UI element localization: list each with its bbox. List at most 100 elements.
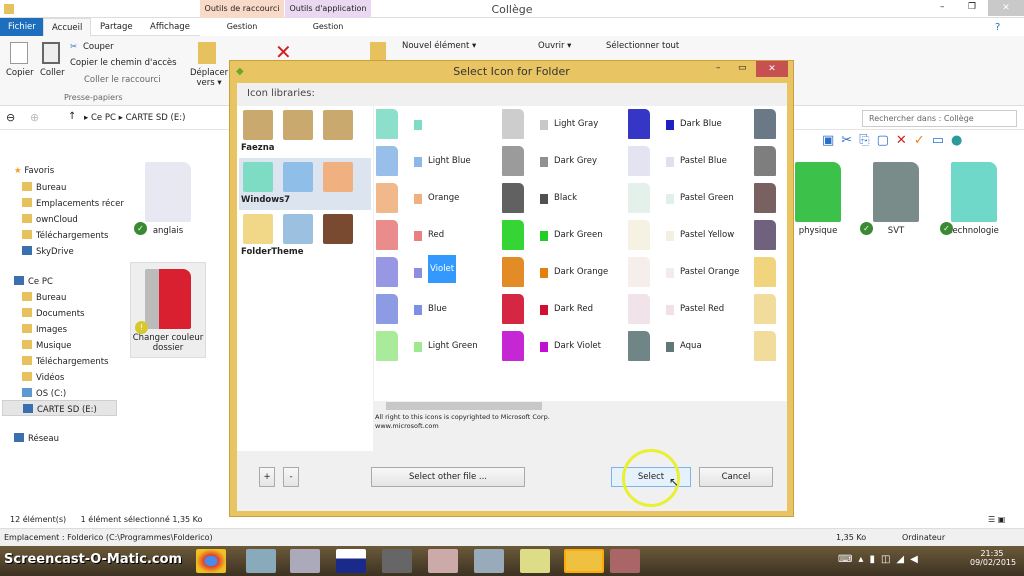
library-faezna[interactable]: Faezna — [239, 106, 371, 158]
minimize-button[interactable]: – — [940, 2, 945, 12]
icon-item[interactable]: Aqua — [626, 328, 751, 365]
select-all-button[interactable]: Sélectionner tout — [606, 41, 679, 51]
icon-item[interactable] — [752, 328, 787, 365]
maximize-button[interactable]: ❐ — [968, 2, 976, 12]
nav-ce-pc[interactable]: Ce PC — [14, 276, 53, 287]
icon-item[interactable]: Red — [374, 217, 499, 254]
app-icon[interactable] — [474, 549, 504, 573]
icon-grid[interactable]: Light Blue Orange Red Violet Blue Light Green… — [374, 106, 787, 401]
icon-item[interactable]: Light Blue — [374, 143, 499, 180]
dialog-minimize-button[interactable]: – — [716, 63, 721, 73]
icon-item[interactable]: Violet — [374, 254, 499, 291]
help-icon[interactable]: ? — [995, 22, 1000, 33]
icon-item[interactable]: Dark Grey — [500, 143, 625, 180]
couper-button[interactable]: Couper — [83, 42, 114, 52]
add-library-button[interactable]: + — [259, 467, 275, 487]
nav-item[interactable]: Musique — [22, 340, 72, 351]
remove-library-button[interactable]: - — [283, 467, 299, 487]
file-item[interactable]: ✓ SVT — [858, 162, 934, 236]
file-item-selected[interactable]: ! Changer couleur dossier — [130, 262, 206, 358]
search-input[interactable]: Rechercher dans : Collège — [862, 110, 1017, 127]
up-button[interactable]: ↑ — [68, 111, 76, 122]
pane-icon[interactable]: ▣ — [822, 133, 841, 148]
icon-item[interactable]: Pastel Yellow — [626, 217, 751, 254]
close-button[interactable]: ✕ — [988, 0, 1024, 16]
icon-item[interactable]: Dark Violet — [500, 328, 625, 365]
nav-reseau[interactable]: Réseau — [14, 433, 59, 444]
nav-item[interactable]: SkyDrive — [22, 246, 74, 257]
chrome-icon[interactable] — [196, 549, 226, 573]
select-other-file-button[interactable]: Select other file ... — [371, 467, 525, 487]
context-tab-app[interactable]: Outils d'application Gestion — [285, 0, 371, 36]
icon-item[interactable]: Light Green — [374, 328, 499, 365]
icon-item[interactable] — [752, 254, 787, 291]
nav-item[interactable]: Emplacements récer — [22, 198, 124, 209]
icon-item[interactable] — [374, 106, 499, 143]
app-icon[interactable] — [336, 549, 366, 573]
coller-raccourci-button[interactable]: Coller le raccourci — [84, 75, 161, 85]
nouvel-element-button[interactable]: Nouvel élément ▾ — [402, 41, 476, 51]
back-button[interactable]: ⊖ — [6, 111, 15, 124]
coller-button[interactable]: Coller — [40, 68, 65, 78]
library-windows7[interactable]: Windows7 — [239, 158, 371, 210]
app-icon[interactable] — [246, 549, 276, 573]
icon-item[interactable]: Black — [500, 180, 625, 217]
new-folder-icon[interactable] — [370, 42, 386, 62]
copier-chemin-button[interactable]: Copier le chemin d'accès — [70, 58, 177, 68]
icon-item[interactable]: Dark Orange — [500, 254, 625, 291]
sticky-notes-icon[interactable] — [520, 549, 550, 573]
horizontal-scrollbar[interactable] — [374, 401, 787, 411]
folderico-task-icon[interactable] — [564, 549, 604, 573]
library-foldertheme[interactable]: FolderTheme — [239, 210, 371, 262]
clock[interactable]: 21:35 09/02/2015 — [970, 549, 1016, 567]
nav-item[interactable]: ownCloud — [22, 214, 78, 225]
tab-affichage[interactable]: Affichage — [142, 18, 198, 36]
nav-item[interactable]: Téléchargements — [22, 356, 108, 367]
icon-item[interactable] — [752, 217, 787, 254]
icon-item[interactable]: Blue — [374, 291, 499, 328]
cancel-button[interactable]: Cancel — [699, 467, 773, 487]
tab-accueil[interactable]: Accueil — [43, 18, 92, 36]
icon-item[interactable] — [752, 106, 787, 143]
app-icon[interactable] — [382, 549, 412, 573]
nav-item[interactable]: Téléchargements — [22, 230, 108, 241]
scrollbar-thumb[interactable] — [386, 402, 542, 410]
icon-item[interactable]: Dark Red — [500, 291, 625, 328]
icon-item[interactable]: Dark Blue — [626, 106, 751, 143]
file-item[interactable]: ✓ anglais — [130, 162, 206, 236]
tab-gestion[interactable]: Gestion — [285, 18, 371, 36]
icon-item[interactable] — [752, 143, 787, 180]
icon-item[interactable]: Pastel Green — [626, 180, 751, 217]
address-input[interactable]: ▸ Ce PC ▸ CARTE SD (E:) — [84, 110, 234, 126]
deplacer-button[interactable]: Déplacer vers ▾ — [190, 68, 228, 88]
cut-icon[interactable]: ✂ — [841, 133, 859, 148]
nav-item[interactable]: Bureau — [22, 182, 66, 193]
icon-item[interactable]: Pastel Red — [626, 291, 751, 328]
icon-item[interactable]: Pastel Orange — [626, 254, 751, 291]
copy-icon[interactable]: ⎘ — [859, 133, 876, 148]
icon-item[interactable]: Pastel Blue — [626, 143, 751, 180]
paste-icon[interactable]: ▢ — [877, 133, 896, 148]
app-icon[interactable] — [610, 549, 640, 573]
nav-item[interactable]: OS (C:) — [22, 388, 66, 399]
nav-item[interactable]: Bureau — [22, 292, 66, 303]
icon-item[interactable] — [752, 291, 787, 328]
nav-item-selected[interactable]: CARTE SD (E:) — [2, 400, 117, 416]
breadcrumb-carte-sd[interactable]: CARTE SD (E:) — [126, 113, 186, 123]
app-icon[interactable] — [428, 549, 458, 573]
nav-item[interactable]: Documents — [22, 308, 84, 319]
forward-button[interactable]: ⊕ — [30, 111, 39, 124]
file-item[interactable]: ✓ technologie — [936, 162, 1012, 236]
tab-fichier[interactable]: Fichier — [0, 18, 44, 36]
rename-icon[interactable]: ▭ — [932, 133, 951, 148]
tab-partage[interactable]: Partage — [92, 18, 141, 36]
tray-icons[interactable]: ⌨▴▮◫◢◀ — [838, 554, 924, 565]
tab-gestion[interactable]: Gestion — [200, 18, 284, 36]
nav-item[interactable]: Images — [22, 324, 67, 335]
nav-item[interactable]: Vidéos — [22, 372, 64, 383]
dialog-maximize-button[interactable]: ▭ — [738, 63, 747, 73]
icon-item[interactable]: Orange — [374, 180, 499, 217]
check-icon[interactable]: ✓ — [914, 133, 932, 148]
breadcrumb-ce-pc[interactable]: Ce PC — [91, 113, 116, 123]
delete-icon[interactable]: ✕ — [896, 133, 914, 148]
